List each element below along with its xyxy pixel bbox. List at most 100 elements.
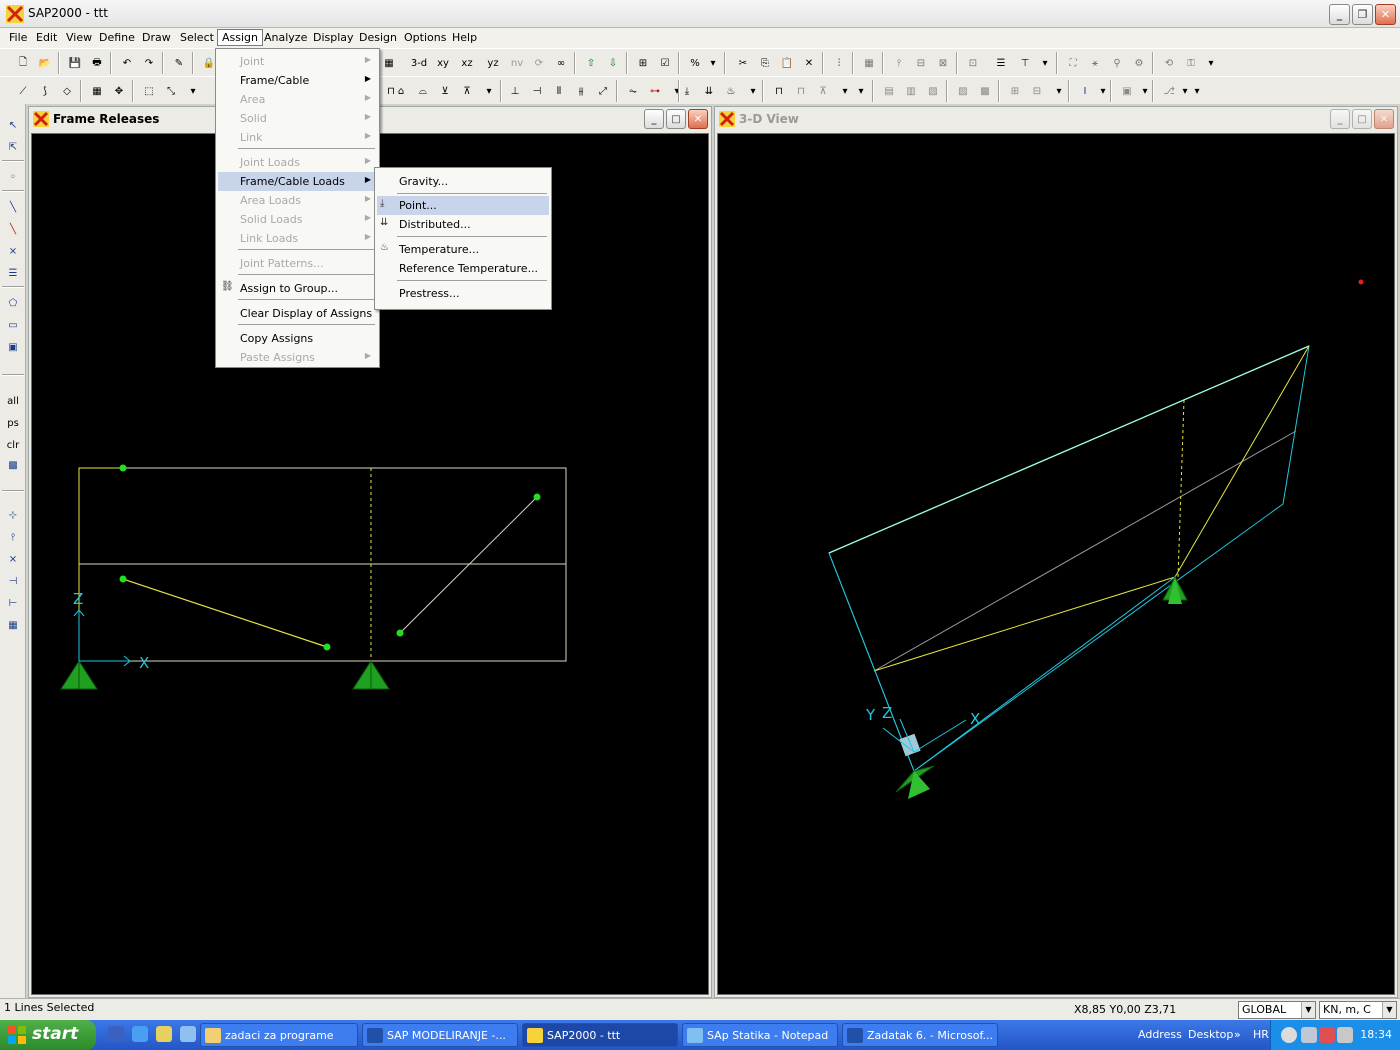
menu-item-distributed[interactable]: ⇊ Distributed... [377,215,549,234]
pencil-icon[interactable]: ✎ [170,54,188,72]
redo-icon[interactable]: ↷ [140,54,158,72]
view-xy-button[interactable]: xy [434,54,452,72]
snap-midpoint-icon[interactable]: ⫯ [4,528,22,546]
language-indicator[interactable]: HR [1253,1028,1269,1041]
temperature-load-icon[interactable]: ♨ [722,82,740,100]
maximize-button[interactable]: □ [1352,109,1372,129]
dropdown-arrow-icon[interactable]: ▾ [480,82,498,100]
taskbar-item-folder[interactable]: zadaci za programe [200,1023,358,1047]
frame-display-icon[interactable]: ⊟ [912,54,930,72]
menu-item-frame-cable-loads[interactable]: Frame/Cable Loads ▶ [218,172,377,191]
show-desktop-icon[interactable] [108,1026,124,1042]
draw-brace-icon[interactable]: ⨯ [4,242,22,260]
rubber-band-zoom-icon[interactable]: ⬚ [140,82,158,100]
intersecting-line-icon[interactable]: ▩ [4,456,22,474]
menu-item-joint[interactable]: Joint ▶ [218,52,377,71]
menu-file[interactable]: File [5,30,31,47]
menu-draw[interactable]: Draw [138,30,175,47]
draw-line-icon[interactable]: ╲ [4,198,22,216]
volume-icon[interactable] [1337,1027,1353,1043]
dropdown-arrow-icon[interactable]: ▾ [1050,82,1068,100]
menu-item-assign-to-group[interactable]: ⛓ Assign to Group... [218,279,377,298]
menu-item-copy-assigns[interactable]: Copy Assigns [218,329,377,348]
view-nv-button[interactable]: nv [508,54,526,72]
link-icon[interactable]: ⊶ [646,82,664,100]
units-select[interactable]: KN, m, C ▼ [1319,1001,1397,1019]
design-icon[interactable]: ⛶ [1064,54,1082,72]
menu-display[interactable]: Display [309,30,358,47]
snap-joints-icon[interactable]: ⊹ [4,506,22,524]
minimize-button[interactable]: _ [1330,109,1350,129]
view-yz-button[interactable]: yz [484,54,502,72]
coord-system-select[interactable]: GLOBAL ▼ [1238,1001,1316,1019]
select-window-icon[interactable]: ⊞ [634,54,652,72]
moment-diagram-icon[interactable]: ⌓ [414,82,432,100]
chevron-right-icon[interactable]: » [1234,1028,1241,1041]
snap-grid-icon[interactable]: ▦ [4,616,22,634]
section-cut-icon[interactable]: I [1076,82,1094,100]
link-load-icon[interactable]: ⊟ [1028,82,1046,100]
dropdown-arrow-icon[interactable]: ▾ [1202,54,1220,72]
menu-item-frame-cable[interactable]: Frame/Cable ▶ [218,71,377,90]
draw-polyline-icon[interactable]: ⟆ [36,82,54,100]
close-button[interactable]: ✕ [688,109,708,129]
internet-explorer-icon[interactable] [132,1026,148,1042]
dropdown-arrow-icon[interactable]: ▾ [852,82,870,100]
menu-define[interactable]: Define [95,30,139,47]
taskbar-item-word[interactable]: SAP MODELIRANJE -... [362,1023,518,1047]
menu-item-solid[interactable]: Solid ▶ [218,109,377,128]
quick-draw-line-icon[interactable]: ╲ [4,220,22,238]
shear-diagram-icon[interactable]: ⊻ [436,82,454,100]
check-icon[interactable]: ☑ [656,54,674,72]
cable-icon[interactable]: ⊼ [814,82,832,100]
minimize-button[interactable]: _ [644,109,664,129]
taskbar-item-sap2000[interactable]: SAP2000 - ttt [522,1023,678,1047]
3d-view-titlebar[interactable]: 3-D View _ □ ✕ [715,107,1397,131]
rotate-3d-icon[interactable]: ⟳ [530,54,548,72]
save-icon[interactable]: 💾 [66,54,84,72]
clock[interactable]: 18:34 [1360,1028,1392,1041]
menu-item-point[interactable]: ⤓ Point... [377,196,549,215]
taskbar-item-notepad[interactable]: SAp Statika - Notepad [682,1023,838,1047]
view-3d-button[interactable]: 3-d [410,54,428,72]
refresh-window-icon[interactable]: ▦ [380,54,398,72]
select-all-button[interactable]: all [4,392,22,410]
grid-snap-icon[interactable]: ▦ [88,82,106,100]
draw-area-icon[interactable]: ◇ [58,82,76,100]
frame-load-icon[interactable]: ⌂ [392,82,410,100]
solid-icon[interactable]: ▨ [954,82,972,100]
output-station-icon[interactable]: ⫵ [572,82,590,100]
stress-icon[interactable]: ⊤ [1016,54,1034,72]
menu-assign[interactable]: Assign [217,29,263,46]
close-button[interactable]: ✕ [1374,109,1394,129]
expand-quicklaunch-icon[interactable] [180,1026,196,1042]
menu-help[interactable]: Help [448,30,481,47]
close-button[interactable]: ✕ [1375,4,1396,25]
menu-item-joint-patterns[interactable]: Joint Patterns... [218,254,377,273]
spring-icon[interactable]: ⏦ [624,82,642,100]
maximize-button[interactable]: □ [666,109,686,129]
open-folder-icon[interactable]: 📂 [36,54,54,72]
perspective-icon[interactable]: ∞ [552,54,570,72]
chevron-left-icon[interactable] [1281,1027,1297,1043]
dropdown-arrow-icon[interactable]: ▾ [744,82,762,100]
local-axes-icon[interactable]: ⤢ [594,82,612,100]
point-load-icon[interactable]: ⤓ [678,82,696,100]
paste-icon[interactable]: 📋 [778,54,796,72]
area-section-icon[interactable]: ▤ [880,82,898,100]
menu-select[interactable]: Select [176,30,218,47]
quick-draw-area-icon[interactable]: ▣ [4,338,22,356]
dropdown-arrow-icon[interactable]: ▾ [704,54,722,72]
pan-icon[interactable]: ✥ [110,82,128,100]
menu-edit[interactable]: Edit [32,30,61,47]
network-icon[interactable] [1301,1027,1317,1043]
deflection-icon[interactable]: ⊼ [458,82,476,100]
quicklaunch-app-icon[interactable] [156,1026,172,1042]
steel-design-icon[interactable]: ⚹ [1086,54,1104,72]
menu-design[interactable]: Design [355,30,401,47]
link-props-icon[interactable]: ⊞ [1006,82,1024,100]
snap-intersection-icon[interactable]: ⨯ [4,550,22,568]
solid-load-icon[interactable]: ▩ [976,82,994,100]
move-down-icon[interactable]: ⇩ [604,54,622,72]
properties-icon[interactable]: ⫶ [830,54,848,72]
